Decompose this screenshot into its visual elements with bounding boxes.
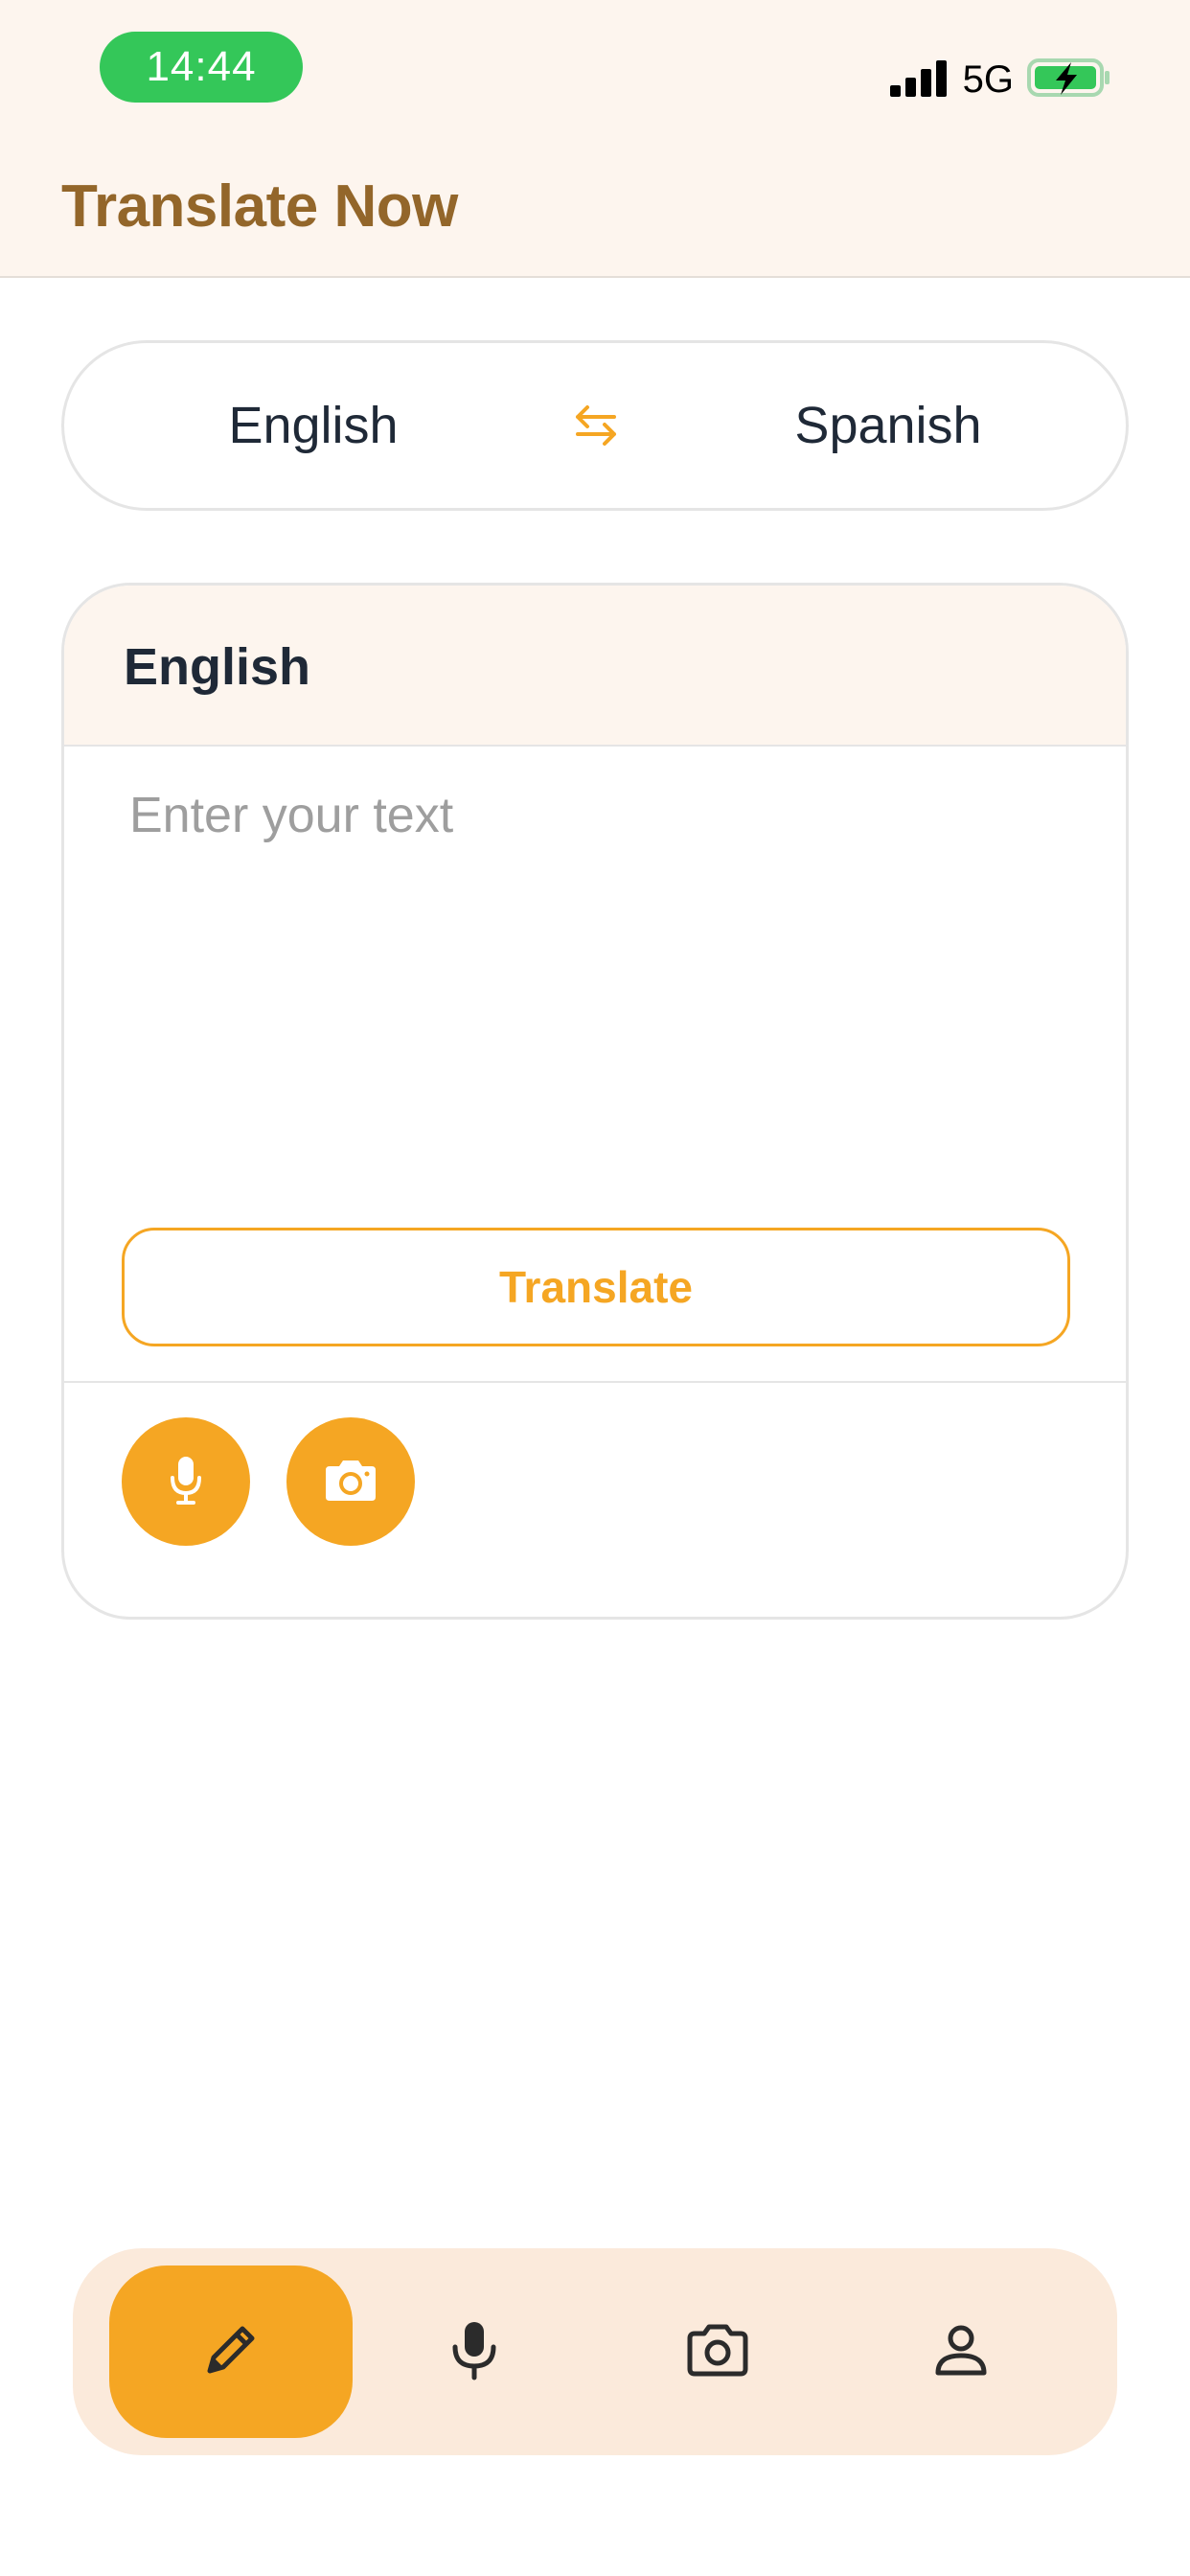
status-indicators: 5G: [889, 56, 1111, 104]
camera-button[interactable]: [286, 1417, 415, 1546]
target-language-button[interactable]: Spanish: [744, 343, 1032, 508]
person-icon: [932, 2321, 990, 2383]
language-selector: English Spanish: [61, 340, 1129, 511]
pencil-icon: [200, 2319, 262, 2385]
camera-icon: [684, 2321, 751, 2383]
status-time: 14:44: [100, 32, 303, 103]
battery-charging-icon: [1027, 57, 1111, 104]
source-language-button[interactable]: English: [170, 343, 457, 508]
input-card-header: English: [64, 586, 1126, 747]
source-text-input[interactable]: [129, 787, 1068, 1055]
swap-languages-button[interactable]: [562, 393, 629, 460]
card-divider: [64, 1381, 1126, 1383]
tab-voice[interactable]: [353, 2266, 596, 2438]
bottom-tab-bar: [73, 2248, 1117, 2455]
tab-text[interactable]: [109, 2266, 353, 2438]
signal-bars-icon: [889, 58, 950, 102]
network-type: 5G: [962, 58, 1014, 101]
swap-arrows-icon: [572, 402, 620, 452]
microphone-icon: [447, 2318, 501, 2386]
camera-icon: [322, 1457, 379, 1507]
page-title: Translate Now: [61, 173, 458, 240]
tab-camera[interactable]: [596, 2266, 839, 2438]
tab-profile[interactable]: [839, 2266, 1083, 2438]
input-language-label: English: [124, 638, 311, 696]
microphone-icon: [165, 1453, 207, 1511]
microphone-button[interactable]: [122, 1417, 250, 1546]
translate-button[interactable]: Translate: [122, 1228, 1070, 1346]
input-card: English Translate: [61, 583, 1129, 1620]
